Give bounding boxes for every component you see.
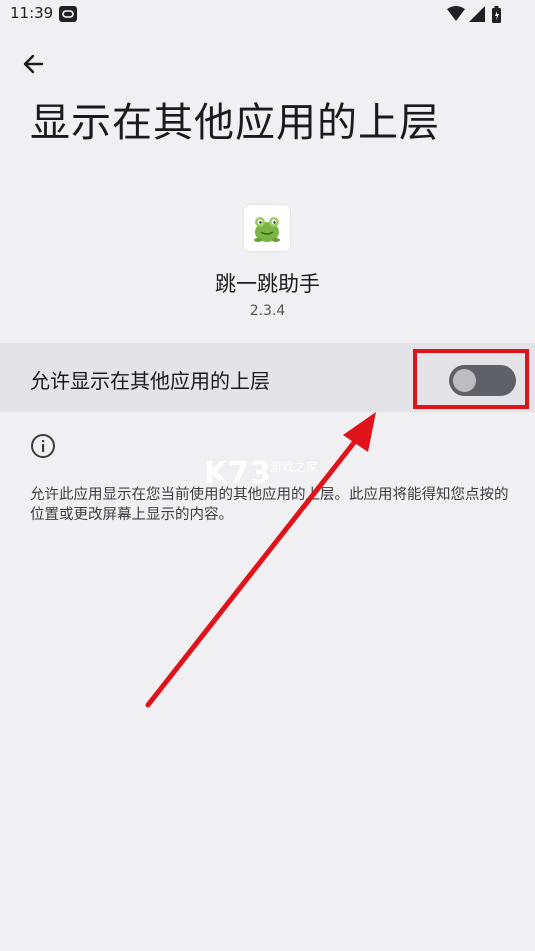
- app-icon: [244, 205, 290, 251]
- battery-icon: [492, 6, 501, 23]
- frog-app-icon: [254, 217, 280, 242]
- status-bar: 11:39: [0, 0, 535, 30]
- highlight-box: [413, 349, 529, 409]
- back-arrow-icon: [23, 54, 44, 74]
- page-title: 显示在其他应用的上层: [30, 100, 440, 146]
- back-button[interactable]: [20, 50, 48, 78]
- info-icon: [30, 433, 56, 463]
- permission-description: 允许此应用显示在您当前使用的其他应用的上层。此应用将能得知您点按的位置或更改屏幕…: [30, 487, 509, 523]
- status-time: 11:39: [10, 4, 54, 22]
- permission-label: 允许显示在其他应用的上层: [30, 369, 270, 393]
- app-name: 跳一跳助手: [215, 272, 320, 296]
- app-link-icon: [59, 6, 77, 26]
- wifi-icon: [447, 6, 465, 21]
- app-version: 2.3.4: [249, 303, 286, 319]
- status-icons: [447, 6, 507, 28]
- watermark-subtext: 游戏之家: [270, 460, 319, 474]
- signal-icon: [469, 6, 485, 22]
